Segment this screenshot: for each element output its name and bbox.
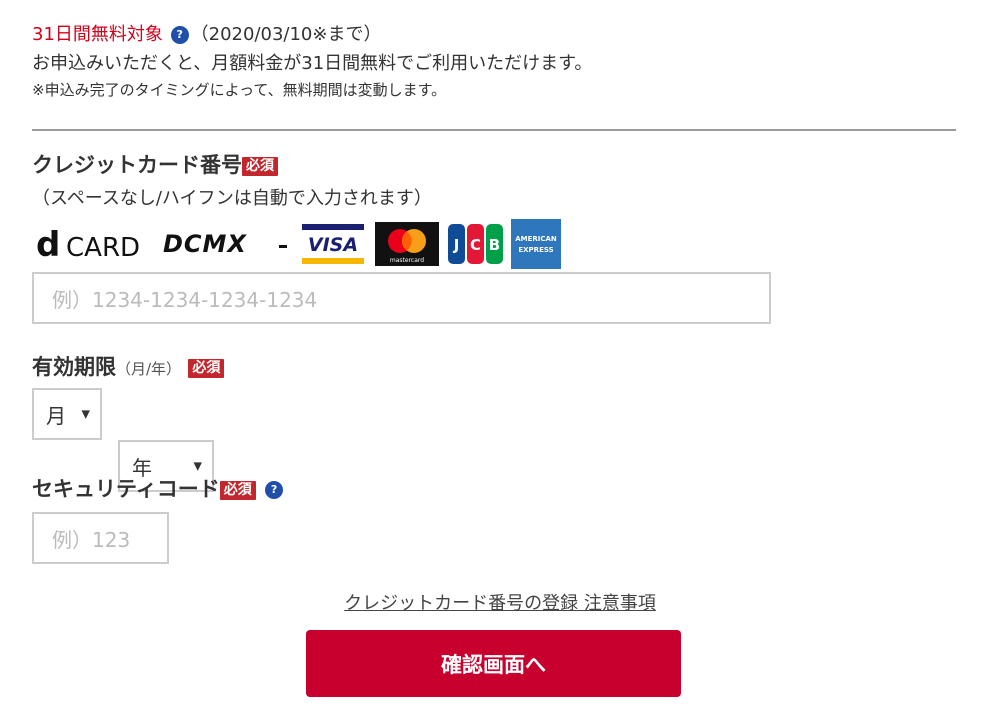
svg-text:VISA: VISA — [308, 234, 358, 256]
divider — [32, 129, 956, 131]
expiry-label: 有効期限 — [32, 355, 116, 379]
trial-description: お申込みいただくと、月額料金が31日間無料でご利用いただけます。 — [32, 53, 593, 74]
trial-period: （2020/03/10※まで） — [190, 24, 382, 45]
required-badge: 必須 — [242, 156, 278, 176]
svg-text:C: C — [470, 236, 481, 254]
expiry-heading: 有効期限（月/年） 必須 — [32, 351, 225, 381]
svg-text:B: B — [489, 236, 500, 254]
help-icon[interactable]: ? — [170, 26, 189, 44]
security-heading: セキュリティコード 必須 ? — [32, 473, 285, 503]
visa-logo-icon: VISA — [300, 221, 366, 267]
confirm-button[interactable]: 確認画面へ — [306, 630, 681, 697]
security-code-input[interactable]: 例）123 — [32, 512, 169, 564]
expiry-month-select[interactable]: 月 ▼ — [32, 388, 102, 440]
dcard-logo-icon: d CARD — [36, 221, 152, 267]
svg-text:CARD: CARD — [66, 233, 140, 263]
card-number-input[interactable]: 例）1234-1234-1234-1234 — [32, 272, 771, 324]
trial-label: 31日間無料対象 — [32, 24, 163, 45]
card-number-heading: クレジットカード番号 必須 — [32, 149, 278, 179]
card-number-hint: （スペースなし/ハイフンは自動で入力されます） — [32, 188, 432, 209]
security-label: セキュリティコード — [32, 477, 220, 501]
card-number-label: クレジットカード番号 — [32, 153, 242, 177]
notes-link-row: クレジットカード番号の登録 注意事項 — [0, 589, 1000, 615]
svg-text:J: J — [453, 236, 460, 254]
trial-note: ※申込み完了のタイミングによって、無料期間は変動します。 — [32, 81, 447, 99]
chevron-down-icon: ▼ — [81, 407, 90, 421]
chevron-down-icon: ▼ — [193, 459, 202, 473]
card-registration-notes-link[interactable]: クレジットカード番号の登録 注意事項 — [344, 593, 656, 614]
jcb-logo-icon: J C B — [448, 221, 503, 267]
svg-text:DCMX: DCMX — [163, 230, 247, 258]
required-badge: 必須 — [219, 480, 256, 500]
amex-logo-icon: AMERICAN EXPRESS — [511, 219, 561, 269]
help-icon[interactable]: ? — [265, 481, 284, 499]
svg-text:d: d — [36, 225, 60, 264]
expiry-month-value: 月 — [46, 403, 66, 428]
svg-text:mastercard: mastercard — [390, 257, 424, 264]
svg-text:AMERICAN: AMERICAN — [515, 235, 557, 243]
dcmx-logo-icon: DCMX — [163, 221, 291, 267]
trial-notice: 31日間無料対象 ? （2020/03/10※まで） — [32, 20, 381, 46]
required-badge: 必須 — [188, 358, 225, 378]
mastercard-logo-icon: mastercard — [375, 221, 439, 267]
svg-text:EXPRESS: EXPRESS — [518, 246, 553, 254]
expiry-format: （月/年） — [116, 360, 182, 378]
